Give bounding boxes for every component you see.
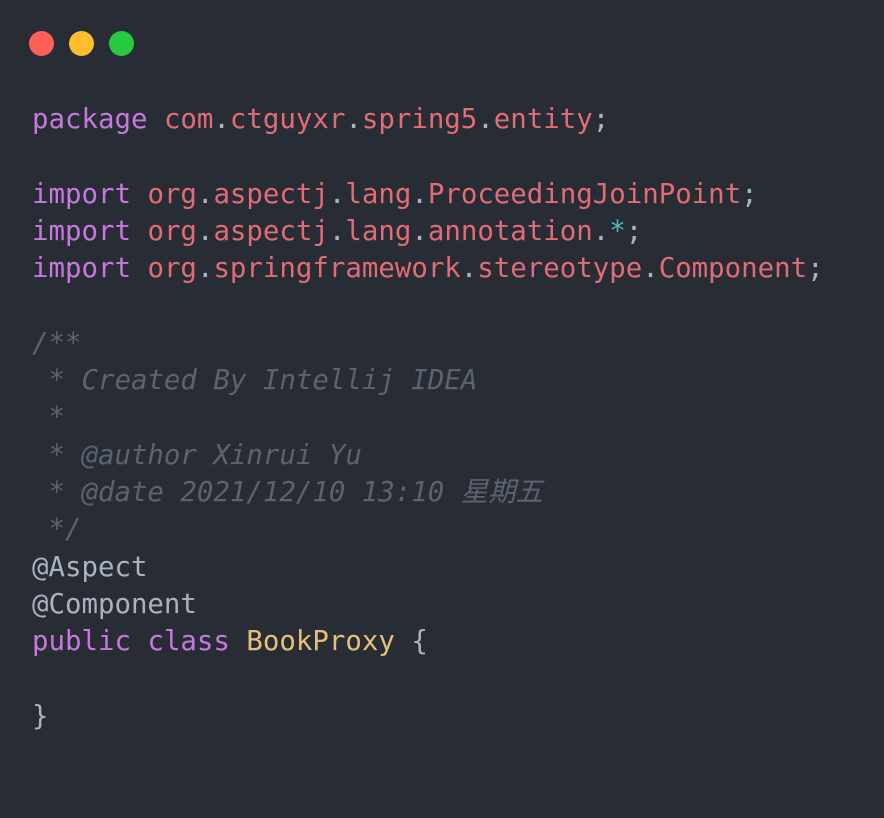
code-token: ; [741, 178, 758, 210]
code-token: Component [658, 253, 808, 285]
code-token: @Aspect [32, 551, 148, 583]
code-token: import [32, 178, 131, 210]
code-line: package com.ctguyxr.spring5.entity; [32, 101, 874, 138]
code-token: ; [807, 253, 824, 285]
code-token: . [642, 253, 659, 285]
code-token: ProceedingJoinPoint [427, 178, 742, 210]
code-token: . [592, 215, 610, 247]
code-line: /** [32, 325, 874, 362]
code-token: import [32, 215, 131, 247]
code-token: . [196, 253, 214, 285]
code-token: ctguyxr [229, 104, 346, 135]
code-token: . [477, 104, 494, 135]
code-token: lang [345, 215, 412, 247]
code-line: import org.springframework.stereotype.Co… [32, 250, 874, 287]
code-token: } [32, 700, 49, 732]
minimize-dot-icon[interactable] [69, 31, 94, 56]
code-line: import org.aspectj.lang.ProceedingJoinPo… [32, 176, 874, 213]
code-token: . [411, 215, 428, 247]
code-token: public [32, 626, 131, 658]
code-token: org [147, 178, 197, 210]
code-token: */ [32, 514, 82, 546]
code-token: * @date 2021/12/10 13:10 星期五 [32, 476, 543, 508]
code-token: * Created By Intellij IDEA [32, 365, 478, 397]
code-token: . [328, 178, 346, 210]
code-line: @Component [32, 586, 874, 623]
code-token: ; [625, 215, 643, 247]
code-token: aspectj [213, 178, 329, 210]
code-token: /** [32, 327, 82, 359]
code-token: . [213, 104, 230, 135]
code-token: . [460, 253, 478, 285]
code-token: lang [345, 178, 412, 210]
code-block: package com.ctguyxr.spring5.entity; impo… [32, 101, 874, 735]
maximize-dot-icon[interactable] [109, 31, 134, 56]
code-token: com [163, 104, 214, 135]
code-token: * [609, 215, 626, 247]
code-token: springframework [213, 253, 461, 285]
code-token: . [196, 215, 214, 247]
code-token: . [328, 215, 346, 247]
code-token: import [32, 253, 131, 285]
code-window: package com.ctguyxr.spring5.entity; impo… [0, 0, 884, 818]
code-line: } [32, 698, 874, 735]
code-token: class [147, 626, 230, 658]
code-token: ; [592, 104, 610, 135]
code-token: . [196, 178, 214, 210]
code-line: @Aspect [32, 549, 874, 586]
code-token: stereotype [477, 253, 643, 285]
code-line: public class BookProxy { [32, 623, 874, 660]
code-token: . [345, 104, 362, 135]
code-token: package [32, 104, 148, 135]
close-dot-icon[interactable] [29, 31, 54, 56]
window-controls [29, 31, 134, 56]
code-line: import org.aspectj.lang.annotation.*; [32, 213, 874, 250]
code-token: org [147, 253, 197, 285]
code-token: entity [493, 104, 593, 135]
code-line: * Created By Intellij IDEA [32, 362, 874, 399]
code-line: * [32, 399, 874, 436]
code-token: . [411, 178, 428, 210]
code-token: org [147, 215, 197, 247]
code-token: * [32, 402, 65, 434]
code-token: aspectj [213, 215, 329, 247]
code-token: { [394, 626, 428, 658]
code-token: * @author Xinrui Yu [32, 439, 362, 471]
code-token: @Component [32, 588, 197, 620]
code-line: * @date 2021/12/10 13:10 星期五 [32, 474, 874, 511]
code-token: annotation [427, 215, 593, 247]
code-token: spring5 [361, 104, 478, 135]
code-line: * @author Xinrui Yu [32, 437, 874, 474]
code-token: BookProxy [246, 626, 395, 658]
code-line: */ [32, 511, 874, 548]
